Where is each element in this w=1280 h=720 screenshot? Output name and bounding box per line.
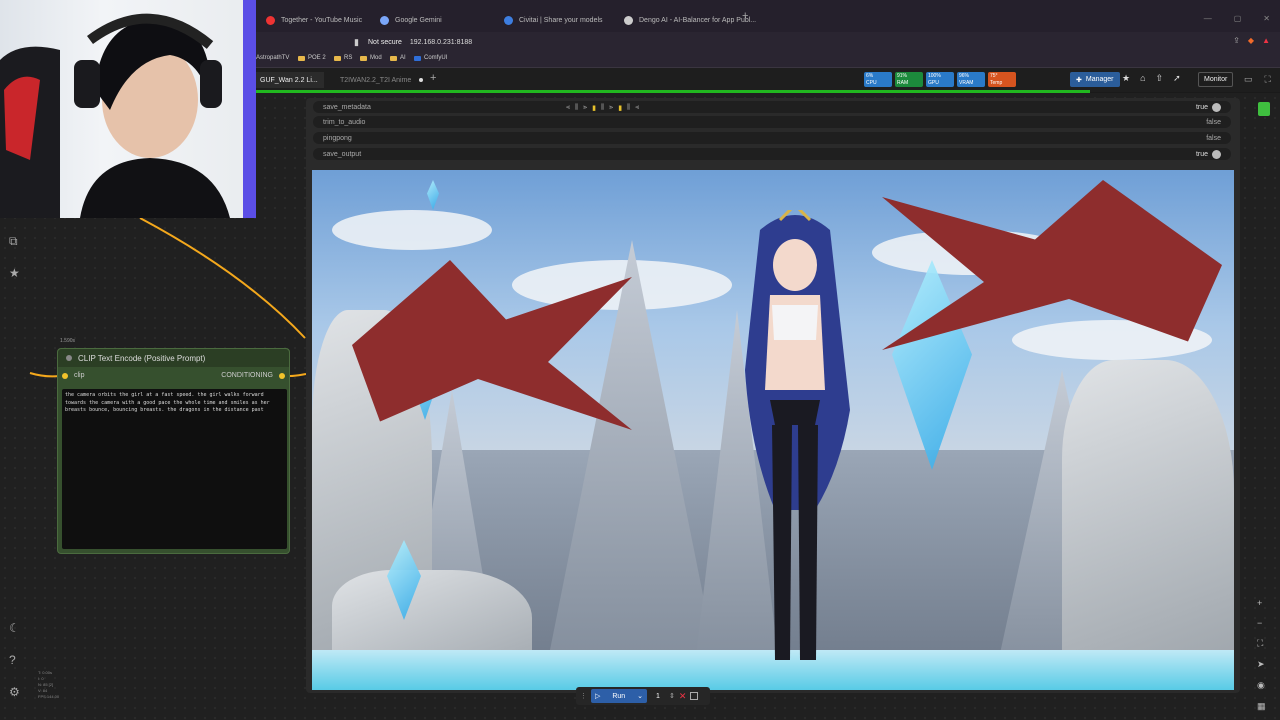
node-title: CLIP Text Encode (Positive Prompt) <box>78 353 206 363</box>
output-slot-conditioning[interactable]: CONDITIONING <box>221 372 285 379</box>
widget-label: pingpong <box>323 134 352 142</box>
rock-cliff <box>1062 360 1234 690</box>
widget-pingpong[interactable]: pingpong false <box>313 132 1231 144</box>
fit-view-icon[interactable]: ⛶ <box>1257 638 1266 649</box>
streamer-avatar <box>0 0 256 218</box>
widget-value-text: true <box>1195 150 1208 158</box>
large-crystal <box>892 260 972 470</box>
favorites-star-icon[interactable]: ★ <box>9 266 20 280</box>
toggle-on-icon <box>1212 149 1221 159</box>
queue-panel-icon[interactable] <box>690 692 699 700</box>
widget-value-text: false <box>1206 134 1221 142</box>
play-icon: ▷ <box>595 693 601 700</box>
prompt-textarea[interactable]: the camera orbits the girl at a fast spe… <box>62 389 287 549</box>
select-mode-icon[interactable]: ➤ <box>1257 659 1266 670</box>
green-robot-icon[interactable] <box>1258 102 1270 116</box>
align-middle-icon[interactable]: ⫼ <box>601 104 604 112</box>
widget-value: false <box>1206 119 1221 126</box>
resize-icon[interactable]: ⫷ <box>635 104 639 112</box>
webcam-overlay <box>0 0 256 218</box>
widget-label: save_metadata <box>323 103 371 111</box>
widget-value-text: false <box>1206 118 1221 126</box>
chevron-down-icon[interactable]: ⌄ <box>637 692 643 700</box>
slot-dot-icon <box>279 372 285 379</box>
visibility-icon[interactable]: ◉ <box>1257 680 1266 691</box>
align-right-icon[interactable]: ⫸ <box>583 104 587 112</box>
theme-moon-icon[interactable]: ☾ <box>9 621 20 635</box>
clip-text-encode-node[interactable]: CLIP Text Encode (Positive Prompt) clip … <box>57 348 290 554</box>
align-left-icon[interactable]: ⫷ <box>566 104 570 112</box>
widget-trim-to-audio[interactable]: trim_to_audio false <box>313 116 1231 128</box>
distribute-h-icon[interactable]: ▮ <box>618 104 622 112</box>
widget-save-output[interactable]: save_output true <box>313 148 1231 160</box>
cloud <box>332 210 492 250</box>
align-center-icon[interactable]: ⫼ <box>575 104 578 112</box>
selection-align-toolbar: ⫷ ⫼ ⫸ ▮ ⫼ ⫸ ▮ ⫼ ⫷ <box>566 104 639 112</box>
canvas-stats: T: 0.00s I: 0 N: 85 [2] V: 84 FPS:144.00 <box>38 670 59 700</box>
output-image-preview <box>312 170 1234 690</box>
input-slot-clip[interactable]: clip <box>62 372 85 379</box>
slot-label: clip <box>74 372 85 379</box>
widget-value-text: true <box>1195 103 1208 111</box>
help-icon[interactable]: ? <box>9 653 16 667</box>
run-button[interactable]: ▷ Run ⌄ <box>591 689 647 703</box>
widget-value: false <box>1206 135 1221 142</box>
screen: Together - YouTube Music Google Gemini C… <box>0 0 1280 720</box>
canvas-controls: + − ⛶ ➤ ◉ ▦ <box>1257 598 1266 712</box>
stepper-icon[interactable]: ⇕ <box>669 692 675 700</box>
batch-count-input[interactable]: 1 <box>651 693 665 700</box>
node-library-icon[interactable]: ⧉ <box>9 234 18 249</box>
queue-run-bar: ⋮ ▷ Run ⌄ 1 ⇕ ✕ <box>576 687 710 705</box>
drag-handle-icon[interactable]: ⋮ <box>580 692 587 700</box>
align-top-icon[interactable]: ▮ <box>592 104 596 112</box>
stat-line: FPS:144.00 <box>38 694 60 699</box>
zoom-in-icon[interactable]: + <box>1257 598 1266 608</box>
widget-save-metadata[interactable]: save_metadata true <box>313 101 1231 113</box>
crystal <box>427 180 439 210</box>
settings-gear-icon[interactable]: ⚙ <box>9 685 20 699</box>
node-title-bar[interactable]: CLIP Text Encode (Positive Prompt) <box>58 349 289 367</box>
slot-label: CONDITIONING <box>221 372 273 379</box>
toggle-on-icon <box>1212 102 1221 112</box>
node-execution-time: 1.590s <box>60 338 76 344</box>
anime-character <box>745 210 850 660</box>
widget-value: true <box>1195 102 1221 112</box>
zoom-out-icon[interactable]: − <box>1257 618 1266 628</box>
cancel-icon[interactable]: ✕ <box>679 691 687 702</box>
minimap-icon[interactable]: ▦ <box>1257 701 1266 712</box>
distribute-v-icon[interactable]: ⫼ <box>627 104 630 112</box>
collapse-dot-icon[interactable] <box>66 355 72 361</box>
align-bottom-icon[interactable]: ⫸ <box>609 104 613 112</box>
widget-value: true <box>1195 149 1221 159</box>
widget-label: trim_to_audio <box>323 118 366 126</box>
slot-dot-icon <box>62 372 68 379</box>
widget-label: save_output <box>323 150 362 158</box>
run-label: Run <box>612 692 626 700</box>
